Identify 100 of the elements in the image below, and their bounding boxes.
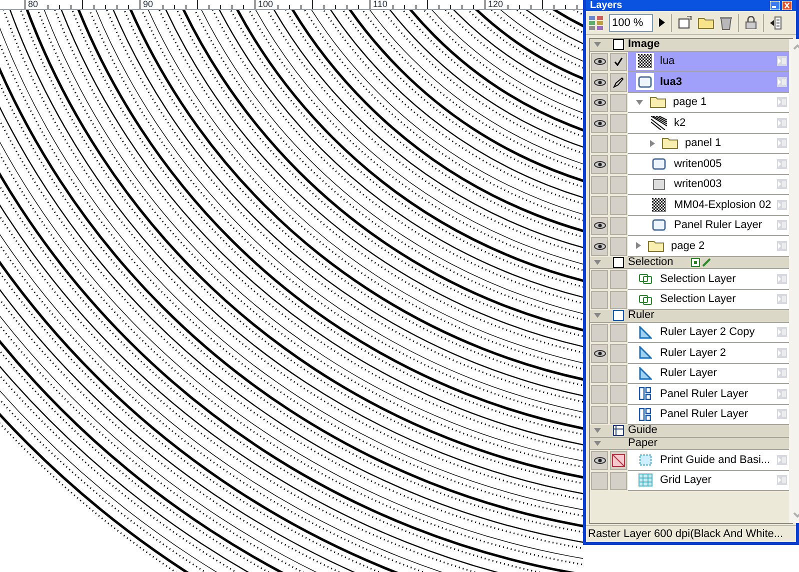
group-header[interactable]: Paper [590,438,790,450]
layer-row[interactable]: Panel Ruler Layer [628,384,790,404]
layer-menu-icon[interactable] [777,220,788,230]
layer-row[interactable]: Ruler Layer 2 Copy [628,322,790,343]
color-grid-icon[interactable] [589,16,603,30]
layer-row[interactable]: Panel Ruler Layer [628,404,790,425]
minimize-button[interactable] [770,1,780,10]
layer-status-cell[interactable] [610,134,627,153]
layer-menu-icon[interactable] [777,118,788,128]
layer-menu-icon[interactable] [777,240,788,251]
layer-name: Panel Ruler Layer [674,219,764,232]
layer-status-cell[interactable] [610,406,627,424]
layer-row[interactable]: lua [628,52,790,72]
collapsed-triangle-icon[interactable] [650,140,655,147]
visibility-toggle[interactable] [591,451,608,470]
layer-status-cell[interactable] [610,114,627,132]
layer-status-cell[interactable] [610,364,627,383]
layer-row[interactable]: k2 [628,113,790,134]
layer-status-cell[interactable] [610,237,627,256]
layer-status-cell[interactable] [610,52,627,71]
visibility-toggle[interactable] [591,73,608,92]
folder-icon[interactable] [698,16,714,29]
layer-status-cell[interactable] [610,94,627,112]
expanded-triangle-icon[interactable] [636,100,643,105]
layer-menu-icon[interactable] [777,274,788,284]
layer-row[interactable]: panel 1 [628,134,790,154]
layer-status-cell[interactable] [610,73,627,92]
layer-row[interactable]: writen005 [628,154,790,174]
layer-menu-icon[interactable] [777,200,788,210]
layer-status-cell[interactable] [610,176,627,194]
layer-menu-icon[interactable] [777,158,788,169]
layer-menu-icon[interactable] [777,409,788,420]
layer-menu-icon[interactable] [777,327,788,338]
layer-row[interactable]: Selection Layer [628,290,790,310]
play-icon[interactable] [659,18,665,27]
visibility-toggle[interactable] [591,114,608,132]
layer-menu-icon[interactable] [777,76,788,87]
visibility-toggle[interactable] [591,290,608,309]
visibility-toggle[interactable] [591,472,608,490]
expanded-triangle-icon[interactable] [594,313,601,318]
layer-menu-icon[interactable] [777,388,788,399]
layer-row[interactable]: Ruler Layer [628,364,790,384]
layer-row[interactable]: lua3 [628,72,790,92]
group-header[interactable]: Guide [590,425,790,438]
layer-menu-icon[interactable] [777,294,788,304]
visibility-toggle[interactable] [591,406,608,424]
panel-menu-icon[interactable] [770,16,782,30]
visibility-toggle[interactable] [591,237,608,256]
expanded-triangle-icon[interactable] [594,42,601,48]
expanded-triangle-icon[interactable] [594,440,601,446]
close-button[interactable] [782,1,792,10]
trash-icon[interactable] [720,16,732,30]
visibility-toggle[interactable] [591,216,608,235]
expanded-triangle-icon[interactable] [594,260,601,265]
group-header[interactable]: Ruler [590,310,790,322]
visibility-toggle[interactable] [591,94,608,112]
visibility-toggle[interactable] [591,176,608,194]
layer-status-cell[interactable] [610,324,627,342]
visibility-toggle[interactable] [591,270,608,288]
visibility-toggle[interactable] [591,196,608,214]
layer-row[interactable]: Panel Ruler Layer [628,216,790,236]
visibility-toggle[interactable] [591,364,608,383]
layer-status-cell[interactable] [610,196,627,214]
layer-status-cell[interactable] [610,216,627,235]
group-header[interactable]: Selection [590,256,790,269]
layer-menu-icon[interactable] [777,454,788,465]
layer-menu-icon[interactable] [777,475,788,486]
layer-menu-icon[interactable] [777,97,788,108]
visibility-toggle[interactable] [591,324,608,342]
layer-row[interactable]: Selection Layer [628,269,790,290]
visibility-toggle[interactable] [591,134,608,153]
layer-status-cell[interactable] [610,270,627,288]
group-header[interactable]: Image [590,39,790,52]
layer-status-cell[interactable] [610,385,627,404]
layer-status-cell[interactable] [610,290,627,309]
layer-row[interactable]: MM04-Explosion 02 [628,195,790,216]
visibility-toggle[interactable] [591,385,608,404]
layer-row[interactable]: Print Guide and Basi... [628,450,790,470]
visibility-toggle[interactable] [591,344,608,362]
visibility-toggle[interactable] [591,155,608,174]
layer-row[interactable]: writen003 [628,174,790,195]
new-layer-icon[interactable] [678,16,692,29]
layer-row[interactable]: Ruler Layer 2 [628,343,790,364]
layer-menu-icon[interactable] [777,179,788,190]
layer-row[interactable]: page 2 [628,236,790,256]
collapsed-triangle-icon[interactable] [636,242,641,250]
layer-status-cell[interactable] [610,472,627,490]
expanded-triangle-icon[interactable] [594,428,601,434]
square-dot-icon[interactable] [691,258,700,267]
layer-status-cell[interactable] [610,344,627,362]
zoom-field[interactable]: 100 % [609,14,653,32]
layer-row[interactable]: page 1 [628,92,790,113]
layer-menu-icon[interactable] [777,348,788,358]
layer-row[interactable]: Grid Layer [628,470,790,491]
lock-icon[interactable] [745,16,757,29]
layer-menu-icon[interactable] [777,138,788,148]
layer-menu-icon[interactable] [777,368,788,378]
layer-menu-icon[interactable] [777,56,788,66]
layer-status-cell[interactable] [610,155,627,174]
visibility-toggle[interactable] [591,52,608,71]
